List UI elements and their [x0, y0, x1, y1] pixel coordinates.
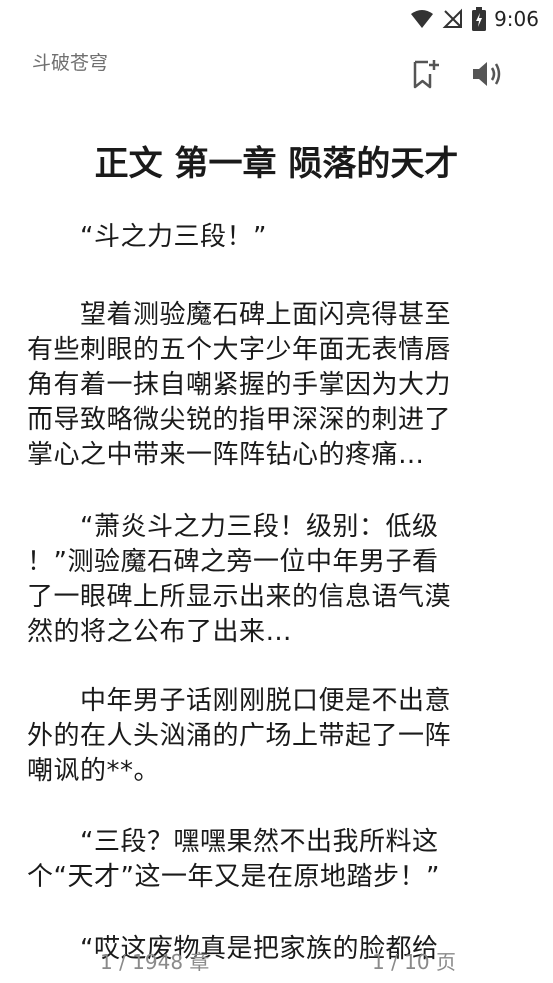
- text-line: 嘲讽的**。: [27, 756, 161, 786]
- paragraph: 中年男子话刚刚脱口便是不出意 外的在人头汹涌的广场上带起了一阵 嘲讽的**。: [27, 684, 451, 789]
- text-line: 中年男子话刚刚脱口便是不出意: [27, 686, 452, 716]
- paragraph: “斗之力三段！”: [27, 220, 267, 255]
- text-line: 外的在人头汹涌的广场上带起了一阵: [27, 721, 452, 751]
- text-line: “三段？嘿嘿果然不出我所料这: [27, 827, 439, 857]
- text-line: 个“天才”这一年又是在原地踏步！”: [27, 862, 440, 892]
- bookmark-add-button[interactable]: [411, 58, 441, 90]
- text-line: 掌心之中带来一阵阵钻心的疼痛…: [27, 440, 425, 470]
- speaker-icon: [470, 62, 506, 94]
- book-title: 斗破苍穹: [32, 52, 109, 74]
- bookmark-add-icon: [411, 60, 441, 94]
- page-progress: 1 / 10 页: [372, 950, 456, 974]
- battery-charging-icon: [472, 7, 487, 31]
- text-line: “斗之力三段！”: [27, 222, 267, 252]
- status-clock: 9:06: [494, 7, 539, 31]
- status-icons: 9:06: [410, 6, 539, 32]
- text-line: “萧炎斗之力三段！级别：低级: [27, 512, 439, 542]
- paragraph: “三段？嘿嘿果然不出我所料这 个“天才”这一年又是在原地踏步！”: [27, 825, 440, 895]
- chapter-title: 正文 第一章 陨落的天才: [94, 144, 459, 184]
- wifi-icon: [410, 9, 434, 29]
- status-bar: 9:06: [0, 0, 553, 38]
- text-line: 而导致略微尖锐的指甲深深的刺进了: [27, 405, 452, 435]
- text-line: 有些刺眼的五个大字少年面无表情唇: [27, 335, 452, 365]
- text-line: 然的将之公布了出来…: [27, 617, 293, 647]
- text-line: ！”测验魔石碑之旁一位中年男子看: [27, 547, 439, 577]
- reader-footer: 1 / 1948 章 1 / 10 页: [0, 946, 553, 976]
- no-signal-icon: [442, 8, 464, 30]
- paragraph: 望着测验魔石碑上面闪亮得甚至 有些刺眼的五个大字少年面无表情唇 角有着一抹自嘲紧…: [27, 298, 451, 473]
- text-line: 望着测验魔石碑上面闪亮得甚至: [27, 300, 452, 330]
- text-line: 了一眼碑上所显示出来的信息语气漠: [27, 582, 452, 612]
- read-aloud-button[interactable]: [470, 58, 506, 90]
- paragraph: “萧炎斗之力三段！级别：低级 ！”测验魔石碑之旁一位中年男子看 了一眼碑上所显示…: [27, 510, 451, 650]
- text-line: 角有着一抹自嘲紧握的手掌因为大力: [27, 370, 452, 400]
- chapter-progress: 1 / 1948 章: [100, 950, 210, 974]
